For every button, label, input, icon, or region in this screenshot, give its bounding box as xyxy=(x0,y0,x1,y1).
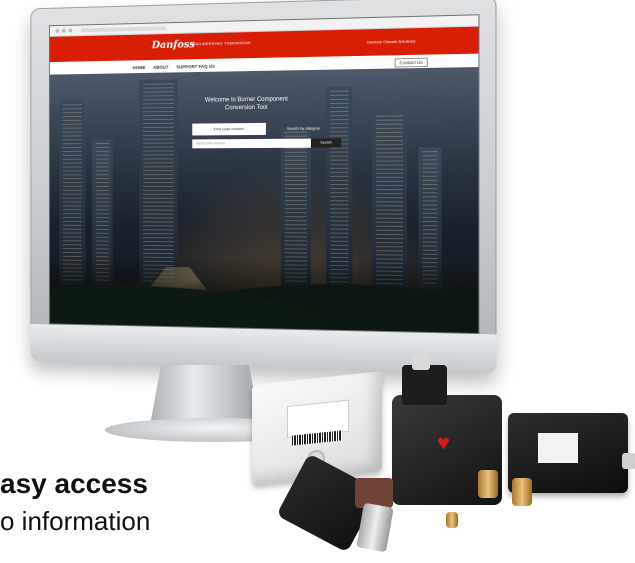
danfoss-logo[interactable]: Danfoss xyxy=(152,39,195,51)
header-link[interactable]: Danfoss Climate Solutions xyxy=(367,38,415,44)
window-control-icon[interactable] xyxy=(55,28,60,33)
tab-code-number[interactable]: Find code number xyxy=(192,122,266,136)
oil-nozzle xyxy=(478,470,498,498)
search-row: Input code number Search xyxy=(192,138,342,149)
tree-line xyxy=(49,255,479,334)
product-label xyxy=(538,433,578,463)
contact-button[interactable]: Contact Us xyxy=(394,57,428,67)
monitor: Danfoss ENGINEERING TOMORROW Danfoss Cli… xyxy=(30,0,497,374)
nav-item-about[interactable]: ABOUT xyxy=(153,64,168,69)
solenoid-coil xyxy=(402,365,447,405)
tab-category[interactable]: Search by category xyxy=(266,122,341,135)
welcome-title: Welcome to Burner Component Conversion T… xyxy=(204,96,288,112)
window-control-icon[interactable] xyxy=(68,28,73,33)
nav-item-support[interactable]: SUPPORT FAQ US xyxy=(176,63,215,69)
monitor-stand xyxy=(150,365,260,425)
nav-item-home[interactable]: HOME xyxy=(133,65,146,70)
photocell-body xyxy=(356,502,394,553)
monitor-screen: Danfoss ENGINEERING TOMORROW Danfoss Cli… xyxy=(48,14,480,335)
search-button[interactable]: Search xyxy=(310,138,342,148)
code-search-input[interactable]: Input code number xyxy=(192,138,311,149)
oil-nozzle xyxy=(512,478,532,506)
address-bar[interactable] xyxy=(80,26,167,33)
caption-line-2: o information xyxy=(0,506,151,536)
brand-tagline: ENGINEERING TOMORROW xyxy=(192,40,251,47)
caption-line-1: asy access xyxy=(0,468,148,499)
oil-nozzle xyxy=(446,512,458,528)
terminal-connector xyxy=(622,453,635,469)
connector-plug xyxy=(412,355,430,370)
heart-logo-icon: ♥ xyxy=(437,430,451,455)
window-control-icon[interactable] xyxy=(61,28,66,33)
skyline-building xyxy=(139,79,178,287)
search-tabs: Find code number Search by category xyxy=(192,122,341,136)
hero-banner: Welcome to Burner Component Conversion T… xyxy=(49,67,479,334)
